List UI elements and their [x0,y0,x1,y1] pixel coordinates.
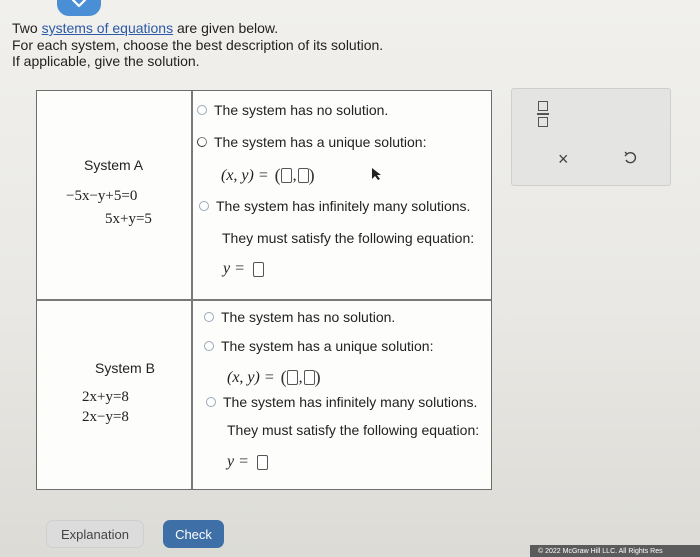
system-b-y-equation-row: y = [227,453,268,471]
radio-button[interactable] [199,201,209,211]
system-a-y-equation-row: y = [223,260,264,278]
instruction-line-3: If applicable, give the solution. [12,53,200,69]
radio-button[interactable] [204,312,214,322]
systems-table: System A −5x−y+5=0 5x+y=5 The system has… [36,90,492,490]
system-a-equation-1: −5x−y+5=0 [66,188,138,204]
system-b-y-input[interactable] [303,370,315,385]
copyright-footer: © 2022 McGraw Hill LLC. All Rights Res [530,545,700,557]
system-b-equation-2: 2x−y=8 [82,409,129,425]
system-a-option-infinite-solutions[interactable]: The system has infinitely many solutions… [199,198,470,214]
mouse-pointer-icon [372,168,381,180]
fraction-icon[interactable] [537,101,549,127]
system-b-title: System B [95,360,155,376]
radio-button[interactable] [197,137,207,147]
system-a-y-input[interactable] [297,168,309,183]
system-a-unique-solution-row: (x, y) = ( , ) [221,165,315,186]
undo-icon[interactable] [623,151,637,165]
chevron-down-icon [71,0,87,8]
system-a-x-input[interactable] [280,168,292,183]
system-b-option-infinite-solutions[interactable]: The system has infinitely many solutions… [206,394,477,410]
system-b-must-satisfy-label: They must satisfy the following equation… [227,422,480,438]
check-button[interactable]: Check [163,520,224,548]
system-b-equation-1: 2x+y=8 [82,389,129,405]
system-a-title: System A [84,157,144,173]
collapse-tab[interactable] [57,0,101,16]
math-tool-panel: × [511,88,671,186]
system-a-option-unique-solution[interactable]: The system has a unique solution: [197,134,426,150]
explanation-button[interactable]: Explanation [46,520,144,548]
systems-of-equations-link[interactable]: systems of equations [42,20,174,36]
instruction-line-2: For each system, choose the best descrip… [12,36,384,53]
instructions: Two systems of equations are given below… [12,20,384,69]
radio-button[interactable] [197,105,207,115]
system-b-y-equation-input[interactable] [256,454,268,470]
system-b-unique-solution-row: (x, y) = ( , ) [227,367,321,388]
system-b-x-input[interactable] [286,370,298,385]
clear-icon[interactable]: × [558,149,569,170]
system-a-option-no-solution[interactable]: The system has no solution. [197,102,388,118]
radio-button[interactable] [204,341,214,351]
system-a-must-satisfy-label: They must satisfy the following equation… [222,230,475,246]
system-b-option-unique-solution[interactable]: The system has a unique solution: [204,338,433,354]
system-a-equation-2: 5x+y=5 [105,211,152,227]
system-b-option-no-solution[interactable]: The system has no solution. [204,309,395,325]
system-b-tuple-input[interactable]: ( , ) [281,367,321,388]
system-a-y-equation-input[interactable] [252,261,264,277]
radio-button[interactable] [206,397,216,407]
system-a-tuple-input[interactable]: ( , ) [275,165,315,186]
